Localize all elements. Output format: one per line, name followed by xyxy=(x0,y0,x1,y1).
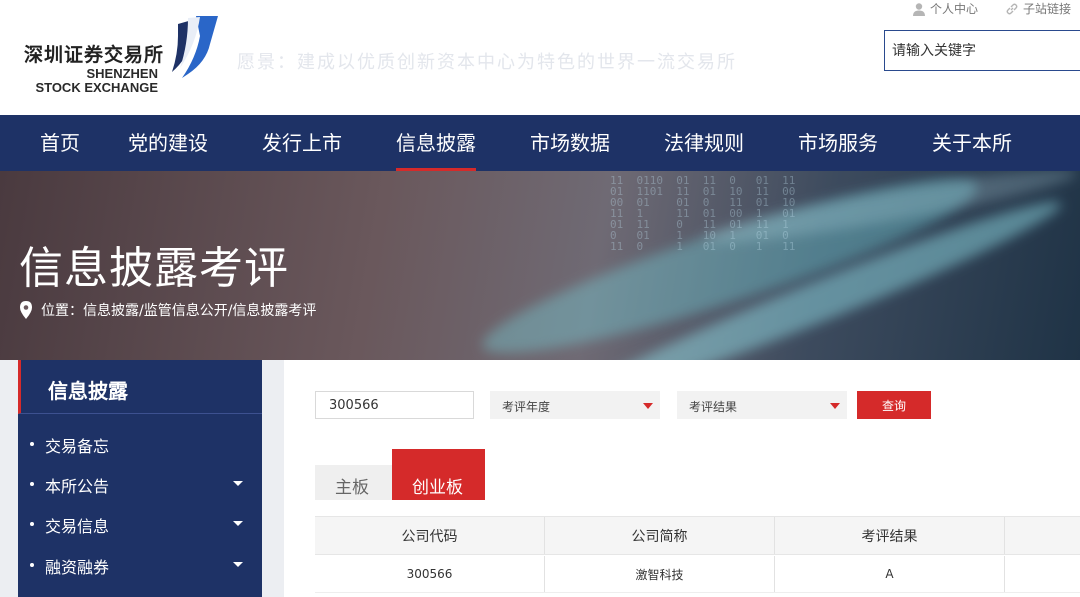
sidebar-item-label: 交易备忘 xyxy=(45,433,109,457)
column-header-company-code: 公司代码 xyxy=(315,517,545,554)
sidebar-item-label: 本所公告 xyxy=(45,473,109,497)
tab-main-board[interactable]: 主板 xyxy=(315,465,392,500)
location-pin-icon xyxy=(19,301,33,319)
cell-evaluation-result: A xyxy=(775,556,1005,592)
nav-item-disclosure[interactable]: 信息披露 xyxy=(396,115,476,171)
company-code-input[interactable] xyxy=(315,391,474,419)
column-header-evaluation-result: 考评结果 xyxy=(775,517,1005,554)
cell-company-code: 300566 xyxy=(315,556,545,592)
dropdown-arrow-icon xyxy=(643,403,653,409)
sidebar-item-label: 交易信息 xyxy=(45,513,109,537)
cell-company-name: 激智科技 xyxy=(545,556,775,592)
user-icon xyxy=(912,2,926,16)
tab-gem-board-label: 创业板 xyxy=(412,473,463,498)
bullet-icon xyxy=(30,442,34,446)
breadcrumb: 位置：信息披露/监管信息公开/信息披露考评 xyxy=(19,300,316,320)
cell-extra xyxy=(1005,556,1080,592)
sidebar-item-margin-trading[interactable]: 融资融券 xyxy=(18,545,262,585)
search-input[interactable] xyxy=(892,43,1072,59)
user-center-link[interactable]: 个人中心 xyxy=(912,0,978,17)
result-select-value: 考评结果 xyxy=(689,398,737,415)
search-box[interactable] xyxy=(884,30,1080,71)
sidebar-heading[interactable]: 信息披露 xyxy=(18,360,262,414)
nav-item-listing[interactable]: 发行上市 xyxy=(262,115,342,171)
nav-item-home[interactable]: 首页 xyxy=(40,115,80,171)
year-select[interactable]: 考评年度 xyxy=(490,391,660,419)
table-header-row: 公司代码 公司简称 考评结果 xyxy=(315,516,1080,555)
slogan-text: 愿景：建成以优质创新资本中心为特色的世界一流交易所 xyxy=(237,48,737,74)
logo-english-line-1: SHENZHEN xyxy=(24,67,158,81)
logo-english-line-2: STOCK EXCHANGE xyxy=(24,81,158,95)
dropdown-arrow-icon xyxy=(830,403,840,409)
bullet-icon xyxy=(30,563,34,567)
site-links-link[interactable]: 子站链接 xyxy=(1005,0,1071,17)
szse-logo-icon[interactable] xyxy=(166,14,220,80)
column-header-extra xyxy=(1005,517,1080,554)
user-center-label: 个人中心 xyxy=(930,0,978,17)
link-icon xyxy=(1005,2,1019,16)
caret-down-icon[interactable] xyxy=(233,481,243,486)
page-title: 信息披露考评 xyxy=(19,232,289,296)
caret-down-icon[interactable] xyxy=(233,521,243,526)
bullet-icon xyxy=(30,522,34,526)
column-header-company-name: 公司简称 xyxy=(545,517,775,554)
sidebar-item-exchange-notices[interactable]: 本所公告 xyxy=(18,464,262,504)
banner-binary-pattern: 11 0110 01 11 0 01 11 01 1101 11 01 10 1… xyxy=(610,175,795,252)
logo-chinese-name[interactable]: 深圳证券交易所 xyxy=(24,40,164,67)
table-row: 300566 激智科技 A xyxy=(315,556,1080,593)
sidebar-item-trading-memo[interactable]: 交易备忘 xyxy=(18,424,262,464)
breadcrumb-text[interactable]: 位置：信息披露/监管信息公开/信息披露考评 xyxy=(41,300,316,320)
bullet-icon xyxy=(30,482,34,486)
logo-english-name[interactable]: SHENZHEN STOCK EXCHANGE xyxy=(24,67,158,95)
sidebar-item-label: 融资融券 xyxy=(45,554,109,578)
tab-main-board-label: 主板 xyxy=(335,473,369,498)
query-button[interactable]: 查询 xyxy=(857,391,931,419)
page-banner: 11 0110 01 11 0 01 11 01 1101 11 01 10 1… xyxy=(0,171,1080,360)
nav-item-party-building[interactable]: 党的建设 xyxy=(128,115,208,171)
nav-item-rules[interactable]: 法律规则 xyxy=(664,115,744,171)
site-links-label: 子站链接 xyxy=(1023,0,1071,17)
sidebar: 信息披露 交易备忘 本所公告 交易信息 融资融券 xyxy=(18,360,262,597)
result-select[interactable]: 考评结果 xyxy=(677,391,847,419)
nav-item-about[interactable]: 关于本所 xyxy=(932,115,1012,171)
site-header: 深圳证券交易所 SHENZHEN STOCK EXCHANGE 愿景：建成以优质… xyxy=(0,0,1080,115)
content-panel: 考评年度 考评结果 查询 主板 创业板 公司代码 公司简称 考评结果 30056… xyxy=(284,360,1080,597)
nav-item-market-services[interactable]: 市场服务 xyxy=(798,115,878,171)
sidebar-item-trading-info[interactable]: 交易信息 xyxy=(18,504,262,544)
tab-gem-board[interactable]: 创业板 xyxy=(392,449,485,500)
sidebar-heading-label: 信息披露 xyxy=(48,375,128,404)
nav-item-market-data[interactable]: 市场数据 xyxy=(530,115,610,171)
main-nav: 首页 党的建设 发行上市 信息披露 市场数据 法律规则 市场服务 关于本所 xyxy=(0,115,1080,171)
caret-down-icon[interactable] xyxy=(233,562,243,567)
year-select-value: 考评年度 xyxy=(502,398,550,415)
